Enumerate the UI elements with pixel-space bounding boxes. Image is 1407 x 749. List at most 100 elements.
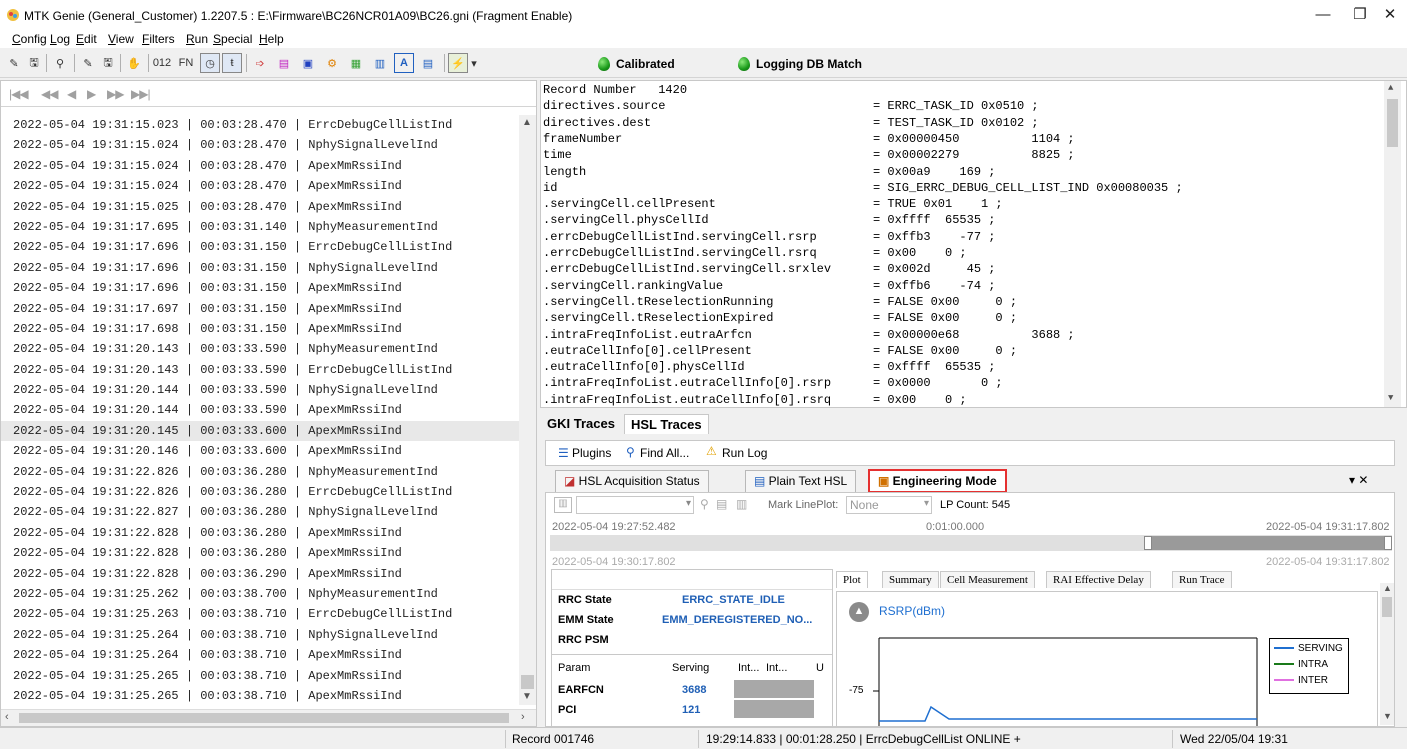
log-row[interactable]: 2022-05-04 19:31:15.024 | 00:03:28.470 |…	[1, 156, 519, 176]
grid-icon[interactable]: ▦	[346, 53, 366, 73]
prev-record-icon[interactable]: ◀	[67, 87, 76, 101]
close-button[interactable]: ✕	[1370, 4, 1407, 28]
save-as-icon[interactable]: 🖫	[98, 53, 118, 73]
log-vertical-scrollbar[interactable]: ▲ ▼	[519, 115, 536, 705]
tab-plot[interactable]: Plot	[836, 571, 868, 588]
log-row[interactable]: 2022-05-04 19:31:22.828 | 00:03:36.280 |…	[1, 523, 519, 543]
log-row[interactable]: 2022-05-04 19:31:22.828 | 00:03:36.280 |…	[1, 543, 519, 563]
lightning-icon[interactable]: ⚡	[448, 53, 468, 73]
chart-icon[interactable]: ▥	[370, 53, 390, 73]
pencil-icon[interactable]: ✎	[4, 53, 24, 73]
plot-vertical-scrollbar[interactable]: ▲ ▼	[1380, 583, 1394, 725]
tab-gki-traces[interactable]: GKI Traces	[547, 416, 615, 431]
menu-item-help[interactable]: Help	[259, 32, 284, 46]
tab-rai-effective-delay[interactable]: RAI Effective Delay	[1046, 571, 1151, 588]
ds-icon[interactable]: ▣	[298, 53, 318, 73]
menu-item-config[interactable]: Config	[12, 32, 47, 46]
menu-item-special[interactable]: Special	[213, 32, 252, 46]
zoom-icon[interactable]: ⚲	[700, 497, 709, 511]
text-012-button[interactable]: 012	[152, 53, 172, 73]
log-row[interactable]: 2022-05-04 19:31:25.265 | 00:03:38.710 |…	[1, 666, 519, 686]
tab-summary[interactable]: Summary	[882, 571, 939, 588]
clock-icon[interactable]: ◷	[200, 53, 220, 73]
copy-icon[interactable]: ▤	[716, 497, 727, 511]
detail-field-value: = 0x00002279 8825 ;	[873, 148, 1075, 163]
text-fn-button[interactable]: FN	[176, 53, 196, 73]
log-row[interactable]: 2022-05-04 19:31:15.023 | 00:03:28.470 |…	[1, 115, 519, 135]
log-row[interactable]: 2022-05-04 19:31:17.695 | 00:03:31.140 |…	[1, 217, 519, 237]
log-row[interactable]: 2022-05-04 19:31:15.024 | 00:03:28.470 |…	[1, 176, 519, 196]
log-row[interactable]: 2022-05-04 19:31:17.696 | 00:03:31.150 |…	[1, 237, 519, 257]
tab-plain-text-hsl[interactable]: ▤ Plain Text HSL	[745, 470, 857, 492]
tab-hsl-acquisition-status[interactable]: ◪ HSL Acquisition Status	[555, 470, 709, 492]
edit-icon[interactable]: ✎	[78, 53, 98, 73]
log-row[interactable]: 2022-05-04 19:31:25.264 | 00:03:38.710 |…	[1, 645, 519, 665]
tab-run-trace[interactable]: Run Trace	[1172, 571, 1232, 588]
trace-select-dropdown[interactable]: ▾	[576, 496, 694, 514]
log-row[interactable]: 2022-05-04 19:31:15.024 | 00:03:28.470 |…	[1, 135, 519, 155]
chevron-down-icon[interactable]: ▾	[468, 53, 480, 73]
prev-page-icon[interactable]: ◀◀	[41, 87, 58, 101]
detail-vertical-scrollbar[interactable]: ▲ ▼	[1384, 81, 1401, 407]
last-record-icon[interactable]: ▶▶|	[131, 87, 151, 101]
plugins-button[interactable]: Plugins	[572, 446, 611, 460]
run-log-button[interactable]: Run Log	[722, 446, 767, 460]
status-info: 19:29:14.833 | 00:01:28.250 | ErrcDebugC…	[706, 732, 1021, 746]
app-icon	[7, 9, 19, 21]
time-toggle-icon[interactable]: ŧ	[222, 53, 242, 73]
log-row[interactable]: 2022-05-04 19:31:17.696 | 00:03:31.150 |…	[1, 258, 519, 278]
log-row[interactable]: 2022-05-04 19:31:15.025 | 00:03:28.470 |…	[1, 197, 519, 217]
mark-lineplot-select[interactable]: None ▾	[846, 496, 932, 514]
log-row[interactable]: 2022-05-04 19:31:25.265 | 00:03:38.710 |…	[1, 686, 519, 705]
menu-item-view[interactable]: View	[108, 32, 134, 46]
menu-item-run[interactable]: Run	[186, 32, 208, 46]
log-row[interactable]: 2022-05-04 19:31:17.696 | 00:03:31.150 |…	[1, 278, 519, 298]
detail-field-name: id	[543, 180, 558, 195]
log-row[interactable]: 2022-05-04 19:31:20.143 | 00:03:33.590 |…	[1, 360, 519, 380]
table-icon[interactable]: ▤	[418, 53, 438, 73]
log-row[interactable]: 2022-05-04 19:31:20.146 | 00:03:33.600 |…	[1, 441, 519, 461]
log-row[interactable]: 2022-05-04 19:31:25.264 | 00:03:38.710 |…	[1, 625, 519, 645]
log-row[interactable]: 2022-05-04 19:31:20.144 | 00:03:33.590 |…	[1, 400, 519, 420]
sub-tabs-menu-close[interactable]: ▾ ✕	[1349, 473, 1368, 487]
log-row[interactable]: 2022-05-04 19:31:25.262 | 00:03:38.700 |…	[1, 584, 519, 604]
time-range-slider[interactable]	[550, 535, 1392, 551]
save-icon[interactable]: 🖫	[24, 53, 44, 73]
log-row[interactable]: 2022-05-04 19:31:17.698 | 00:03:31.150 |…	[1, 319, 519, 339]
hand-icon[interactable]: ✋	[124, 53, 144, 73]
plugin-bar: ☰ Plugins ⚲ Find All... ⚠ Run Log	[545, 440, 1395, 466]
first-record-icon[interactable]: |◀◀	[9, 87, 29, 101]
next-record-icon[interactable]: ▶	[87, 87, 96, 101]
tab-engineering-mode[interactable]: ▣ Engineering Mode	[868, 469, 1007, 493]
param-value: 3688	[682, 684, 707, 696]
log-row[interactable]: 2022-05-04 19:31:20.143 | 00:03:33.590 |…	[1, 339, 519, 359]
arrow-icon[interactable]: ➩	[250, 53, 270, 73]
detail-field-name: .intraFreqInfoList.eutraArfcn	[543, 327, 752, 342]
gear-icon[interactable]: ⚙	[322, 53, 342, 73]
minimize-button[interactable]: —	[1303, 4, 1343, 28]
next-page-icon[interactable]: ▶▶	[107, 87, 124, 101]
log-row[interactable]: 2022-05-04 19:31:22.827 | 00:03:36.280 |…	[1, 502, 519, 522]
panel-toggle-icon[interactable]: ▥	[554, 497, 572, 513]
tab-hsl-traces[interactable]: HSL Traces	[624, 414, 709, 434]
navigation-bar: |◀◀ ◀◀ ◀ ▶ ▶▶ ▶▶|	[1, 81, 536, 107]
menu-item-filters[interactable]: Filters	[142, 32, 175, 46]
at-icon[interactable]: A	[394, 53, 414, 73]
legend-swatch	[1274, 679, 1294, 682]
menu-item-edit[interactable]: Edit	[76, 32, 97, 46]
log-icon[interactable]: ▤	[274, 53, 294, 73]
log-row[interactable]: 2022-05-04 19:31:17.697 | 00:03:31.150 |…	[1, 299, 519, 319]
log-row[interactable]: 2022-05-04 19:31:20.145 | 00:03:33.600 |…	[1, 420, 519, 442]
find-all-button[interactable]: Find All...	[640, 446, 689, 460]
log-horizontal-scrollbar[interactable]: ‹ ›	[1, 709, 536, 726]
log-row[interactable]: 2022-05-04 19:31:22.826 | 00:03:36.280 |…	[1, 482, 519, 502]
menu-item-log[interactable]: Log	[50, 32, 70, 46]
tab-cell-measurement[interactable]: Cell Measurement	[940, 571, 1035, 588]
chart-toggle-icon[interactable]: ▥	[736, 497, 747, 511]
log-row[interactable]: 2022-05-04 19:31:25.263 | 00:03:38.710 |…	[1, 604, 519, 624]
binoculars-icon[interactable]: ⚲	[50, 53, 70, 73]
log-row[interactable]: 2022-05-04 19:31:22.828 | 00:03:36.290 |…	[1, 564, 519, 584]
log-row[interactable]: 2022-05-04 19:31:22.826 | 00:03:36.280 |…	[1, 462, 519, 482]
log-row[interactable]: 2022-05-04 19:31:20.144 | 00:03:33.590 |…	[1, 380, 519, 400]
collapse-up-icon[interactable]: ▲	[849, 602, 869, 622]
